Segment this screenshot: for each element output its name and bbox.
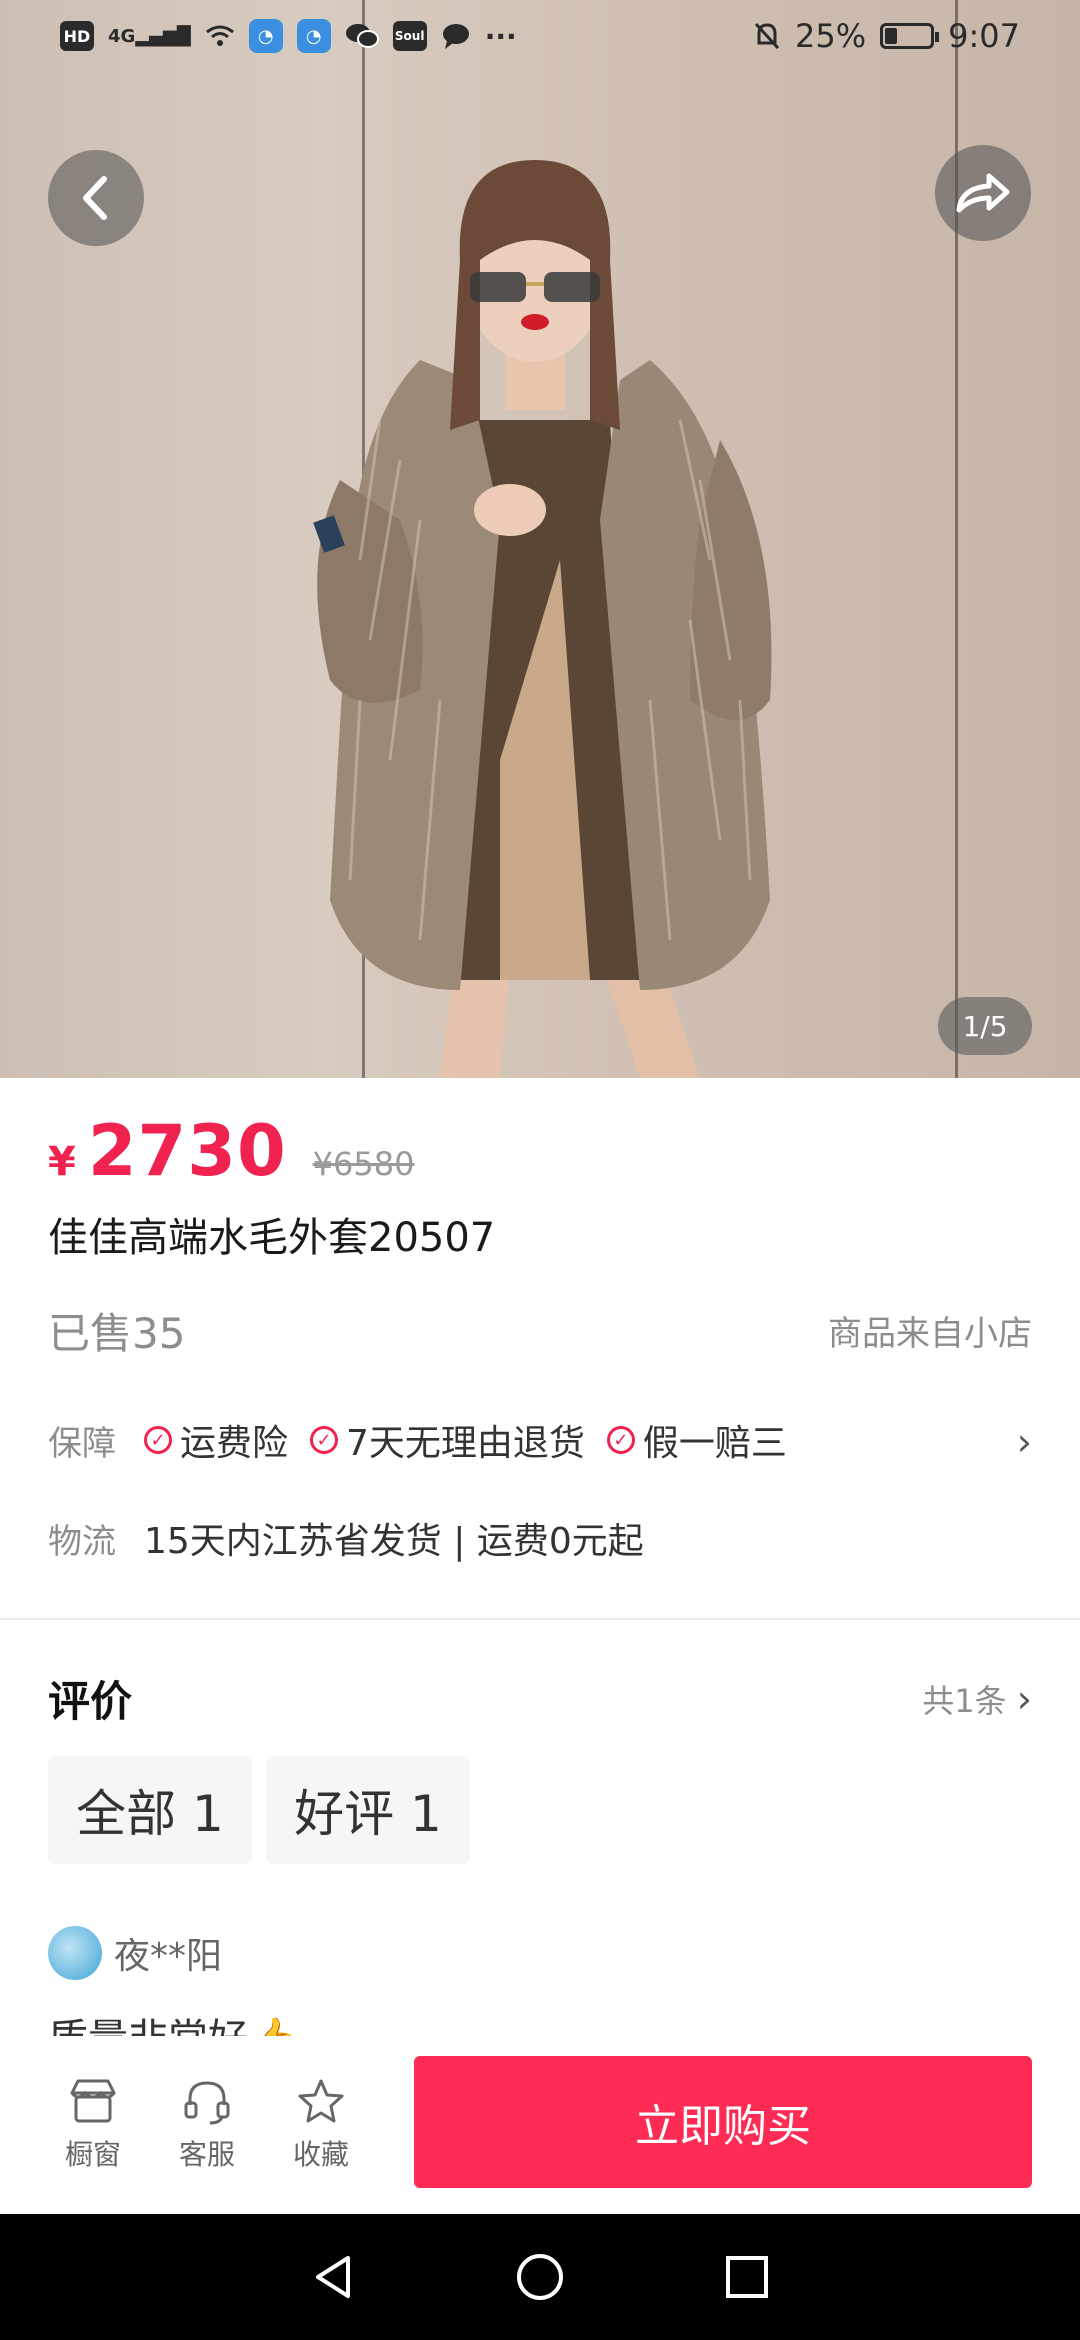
store-source[interactable]: 商品来自小店 — [828, 1306, 1032, 1355]
share-button[interactable] — [935, 145, 1031, 241]
hd-icon: HD — [60, 21, 94, 51]
reviews-count-link[interactable]: 共1条 › — [922, 1676, 1032, 1722]
status-bar: HD 4G ▂▄▆█ ◔ ◔ Soul ··· 25% 9:07 — [0, 0, 1080, 72]
check-circle-icon: ✓ — [606, 1426, 635, 1454]
logistics-text: 15天内江苏省发货 | 运费0元起 — [144, 1521, 644, 1562]
app-icon: ◔ — [296, 19, 331, 53]
back-button[interactable] — [48, 150, 144, 246]
customer-service-button[interactable]: 客服 — [150, 2077, 264, 2173]
headset-icon — [184, 2081, 230, 2125]
logistics-label: 物流 — [48, 1521, 116, 1562]
filter-chip-positive[interactable]: 好评 1 — [266, 1756, 470, 1864]
mute-bell-icon — [753, 21, 781, 51]
bottom-action-bar: 橱窗 客服 收藏 立即购买 — [0, 2036, 1080, 2214]
system-navigation-bar — [0, 2214, 1080, 2340]
original-price: ¥6580 — [312, 1145, 415, 1183]
guarantee-item: ✓ 7天无理由退货 — [310, 1414, 585, 1466]
avatar — [48, 1926, 102, 1980]
product-title: 佳佳高端水毛外套20507 — [48, 1215, 496, 1261]
guarantee-item-label: 假一赔三 — [642, 1423, 787, 1464]
review-text: 质量非常好👍 — [48, 2016, 298, 2040]
showcase-button[interactable]: 橱窗 — [36, 2077, 150, 2173]
product-image-carousel[interactable] — [0, 0, 1080, 1078]
more-icon: ··· — [484, 19, 517, 53]
customer-service-label: 客服 — [178, 2138, 235, 2171]
current-price: 2730 — [87, 1110, 287, 1192]
signal-4g-icon: 4G ▂▄▆█ — [108, 25, 191, 47]
chevron-right-icon: › — [1016, 1677, 1032, 1721]
star-icon — [298, 2079, 344, 2123]
showcase-label: 橱窗 — [64, 2138, 121, 2171]
reviews-count: 共1条 — [922, 1682, 1007, 1720]
chat-bubble-icon — [441, 22, 471, 50]
share-arrow-icon — [956, 173, 1010, 213]
price-row: ¥ 2730 ¥6580 — [48, 1110, 415, 1192]
chevron-right-icon: › — [1016, 1420, 1032, 1464]
guarantee-item: ✓ 假一赔三 — [606, 1414, 787, 1466]
sold-count: 已售35 — [48, 1309, 186, 1358]
check-circle-icon: ✓ — [310, 1426, 339, 1454]
wifi-icon — [205, 24, 235, 48]
guarantee-item-label: 7天无理由退货 — [346, 1423, 585, 1464]
guarantee-item-label: 运费险 — [180, 1423, 289, 1464]
filter-chip-all[interactable]: 全部 1 — [48, 1756, 252, 1864]
favorite-button[interactable]: 收藏 — [264, 2077, 378, 2173]
chevron-left-icon — [83, 176, 107, 220]
logistics-row: 物流 15天内江苏省发货 | 运费0元起 — [48, 1510, 644, 1566]
battery-percent: 25% — [795, 17, 867, 55]
network-type-label: 4G — [108, 25, 136, 47]
storefront-icon — [70, 2079, 116, 2123]
review-filter-chips: 全部 1 好评 1 — [48, 1756, 470, 1864]
reviewer-name: 夜**阳 — [114, 1936, 223, 1977]
nav-home-icon[interactable] — [515, 2252, 565, 2302]
currency-symbol: ¥ — [48, 1139, 76, 1185]
guarantee-row[interactable]: 保障 ✓ 运费险 ✓ 7天无理由退货 ✓ 假一赔三 › — [48, 1410, 1032, 1470]
image-counter: 1/5 — [938, 997, 1032, 1055]
favorite-label: 收藏 — [292, 2138, 349, 2171]
section-divider — [0, 1618, 1080, 1620]
product-photo — [313, 160, 772, 1078]
wechat-icon — [345, 22, 379, 50]
clock: 9:07 — [948, 17, 1020, 55]
soul-icon: Soul — [392, 21, 427, 51]
buy-now-button[interactable]: 立即购买 — [414, 2056, 1032, 2188]
guarantee-label: 保障 — [48, 1423, 116, 1464]
check-circle-icon: ✓ — [144, 1426, 172, 1454]
reviews-heading: 评价 — [48, 1677, 133, 1726]
reviewer-row: 夜**阳 — [48, 1926, 222, 1980]
nav-recents-icon[interactable] — [722, 2252, 772, 2302]
nav-back-icon[interactable] — [308, 2252, 358, 2302]
guarantee-item: ✓ 运费险 — [144, 1414, 288, 1466]
app-icon: ◔ — [248, 19, 283, 53]
battery-icon — [880, 23, 940, 49]
